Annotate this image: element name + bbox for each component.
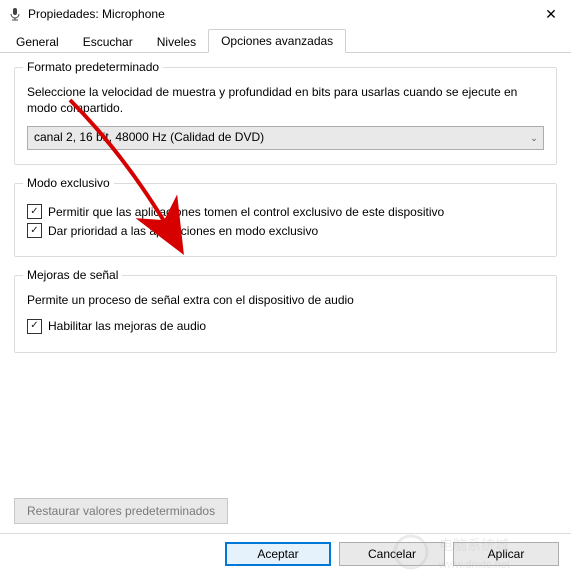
signal-enhancements-desc: Permite un proceso de señal extra con el… (27, 292, 544, 308)
close-icon[interactable]: ✕ (537, 6, 565, 23)
check-allow-exclusive[interactable]: ✓ (27, 204, 42, 219)
footer-separator (0, 533, 571, 534)
default-format-desc: Seleccione la velocidad de muestra y pro… (27, 84, 544, 116)
dialog-footer: Aceptar Cancelar Aplicar (225, 542, 559, 566)
group-signal-enhancements: Mejoras de señal Permite un proceso de s… (14, 275, 557, 352)
restore-defaults-button[interactable]: Restaurar valores predeterminados (14, 498, 228, 524)
cancel-button[interactable]: Cancelar (339, 542, 445, 566)
microphone-icon (8, 7, 22, 21)
default-format-select[interactable]: canal 2, 16 bit, 48000 Hz (Calidad de DV… (27, 126, 544, 150)
check-priority-exclusive[interactable]: ✓ (27, 223, 42, 238)
check-allow-exclusive-row: ✓ Permitir que las aplicaciones tomen el… (27, 204, 544, 219)
tab-strip: General Escuchar Niveles Opciones avanza… (0, 28, 571, 53)
check-priority-exclusive-label: Dar prioridad a las aplicaciones en modo… (48, 224, 318, 238)
window-title: Propiedades: Microphone (28, 7, 537, 21)
check-priority-exclusive-row: ✓ Dar prioridad a las aplicaciones en mo… (27, 223, 544, 238)
default-format-select-value: canal 2, 16 bit, 48000 Hz (Calidad de DV… (28, 127, 525, 149)
tab-listen[interactable]: Escuchar (71, 31, 145, 53)
titlebar: Propiedades: Microphone ✕ (0, 0, 571, 28)
apply-button[interactable]: Aplicar (453, 542, 559, 566)
group-default-format-legend: Formato predeterminado (23, 60, 163, 74)
ok-button[interactable]: Aceptar (225, 542, 331, 566)
check-enable-enhancements-row: ✓ Habilitar las mejoras de audio (27, 319, 544, 334)
check-enable-enhancements[interactable]: ✓ (27, 319, 42, 334)
tab-advanced[interactable]: Opciones avanzadas (208, 29, 346, 53)
tab-levels[interactable]: Niveles (145, 31, 208, 53)
check-enable-enhancements-label: Habilitar las mejoras de audio (48, 319, 206, 333)
group-signal-enhancements-legend: Mejoras de señal (23, 268, 122, 282)
check-allow-exclusive-label: Permitir que las aplicaciones tomen el c… (48, 205, 444, 219)
tab-general[interactable]: General (4, 31, 71, 53)
group-default-format: Formato predeterminado Seleccione la vel… (14, 67, 557, 165)
group-exclusive-mode: Modo exclusivo ✓ Permitir que las aplica… (14, 183, 557, 257)
chevron-down-icon: ⌄ (525, 127, 543, 149)
tab-content: Formato predeterminado Seleccione la vel… (0, 53, 571, 353)
group-exclusive-mode-legend: Modo exclusivo (23, 176, 114, 190)
